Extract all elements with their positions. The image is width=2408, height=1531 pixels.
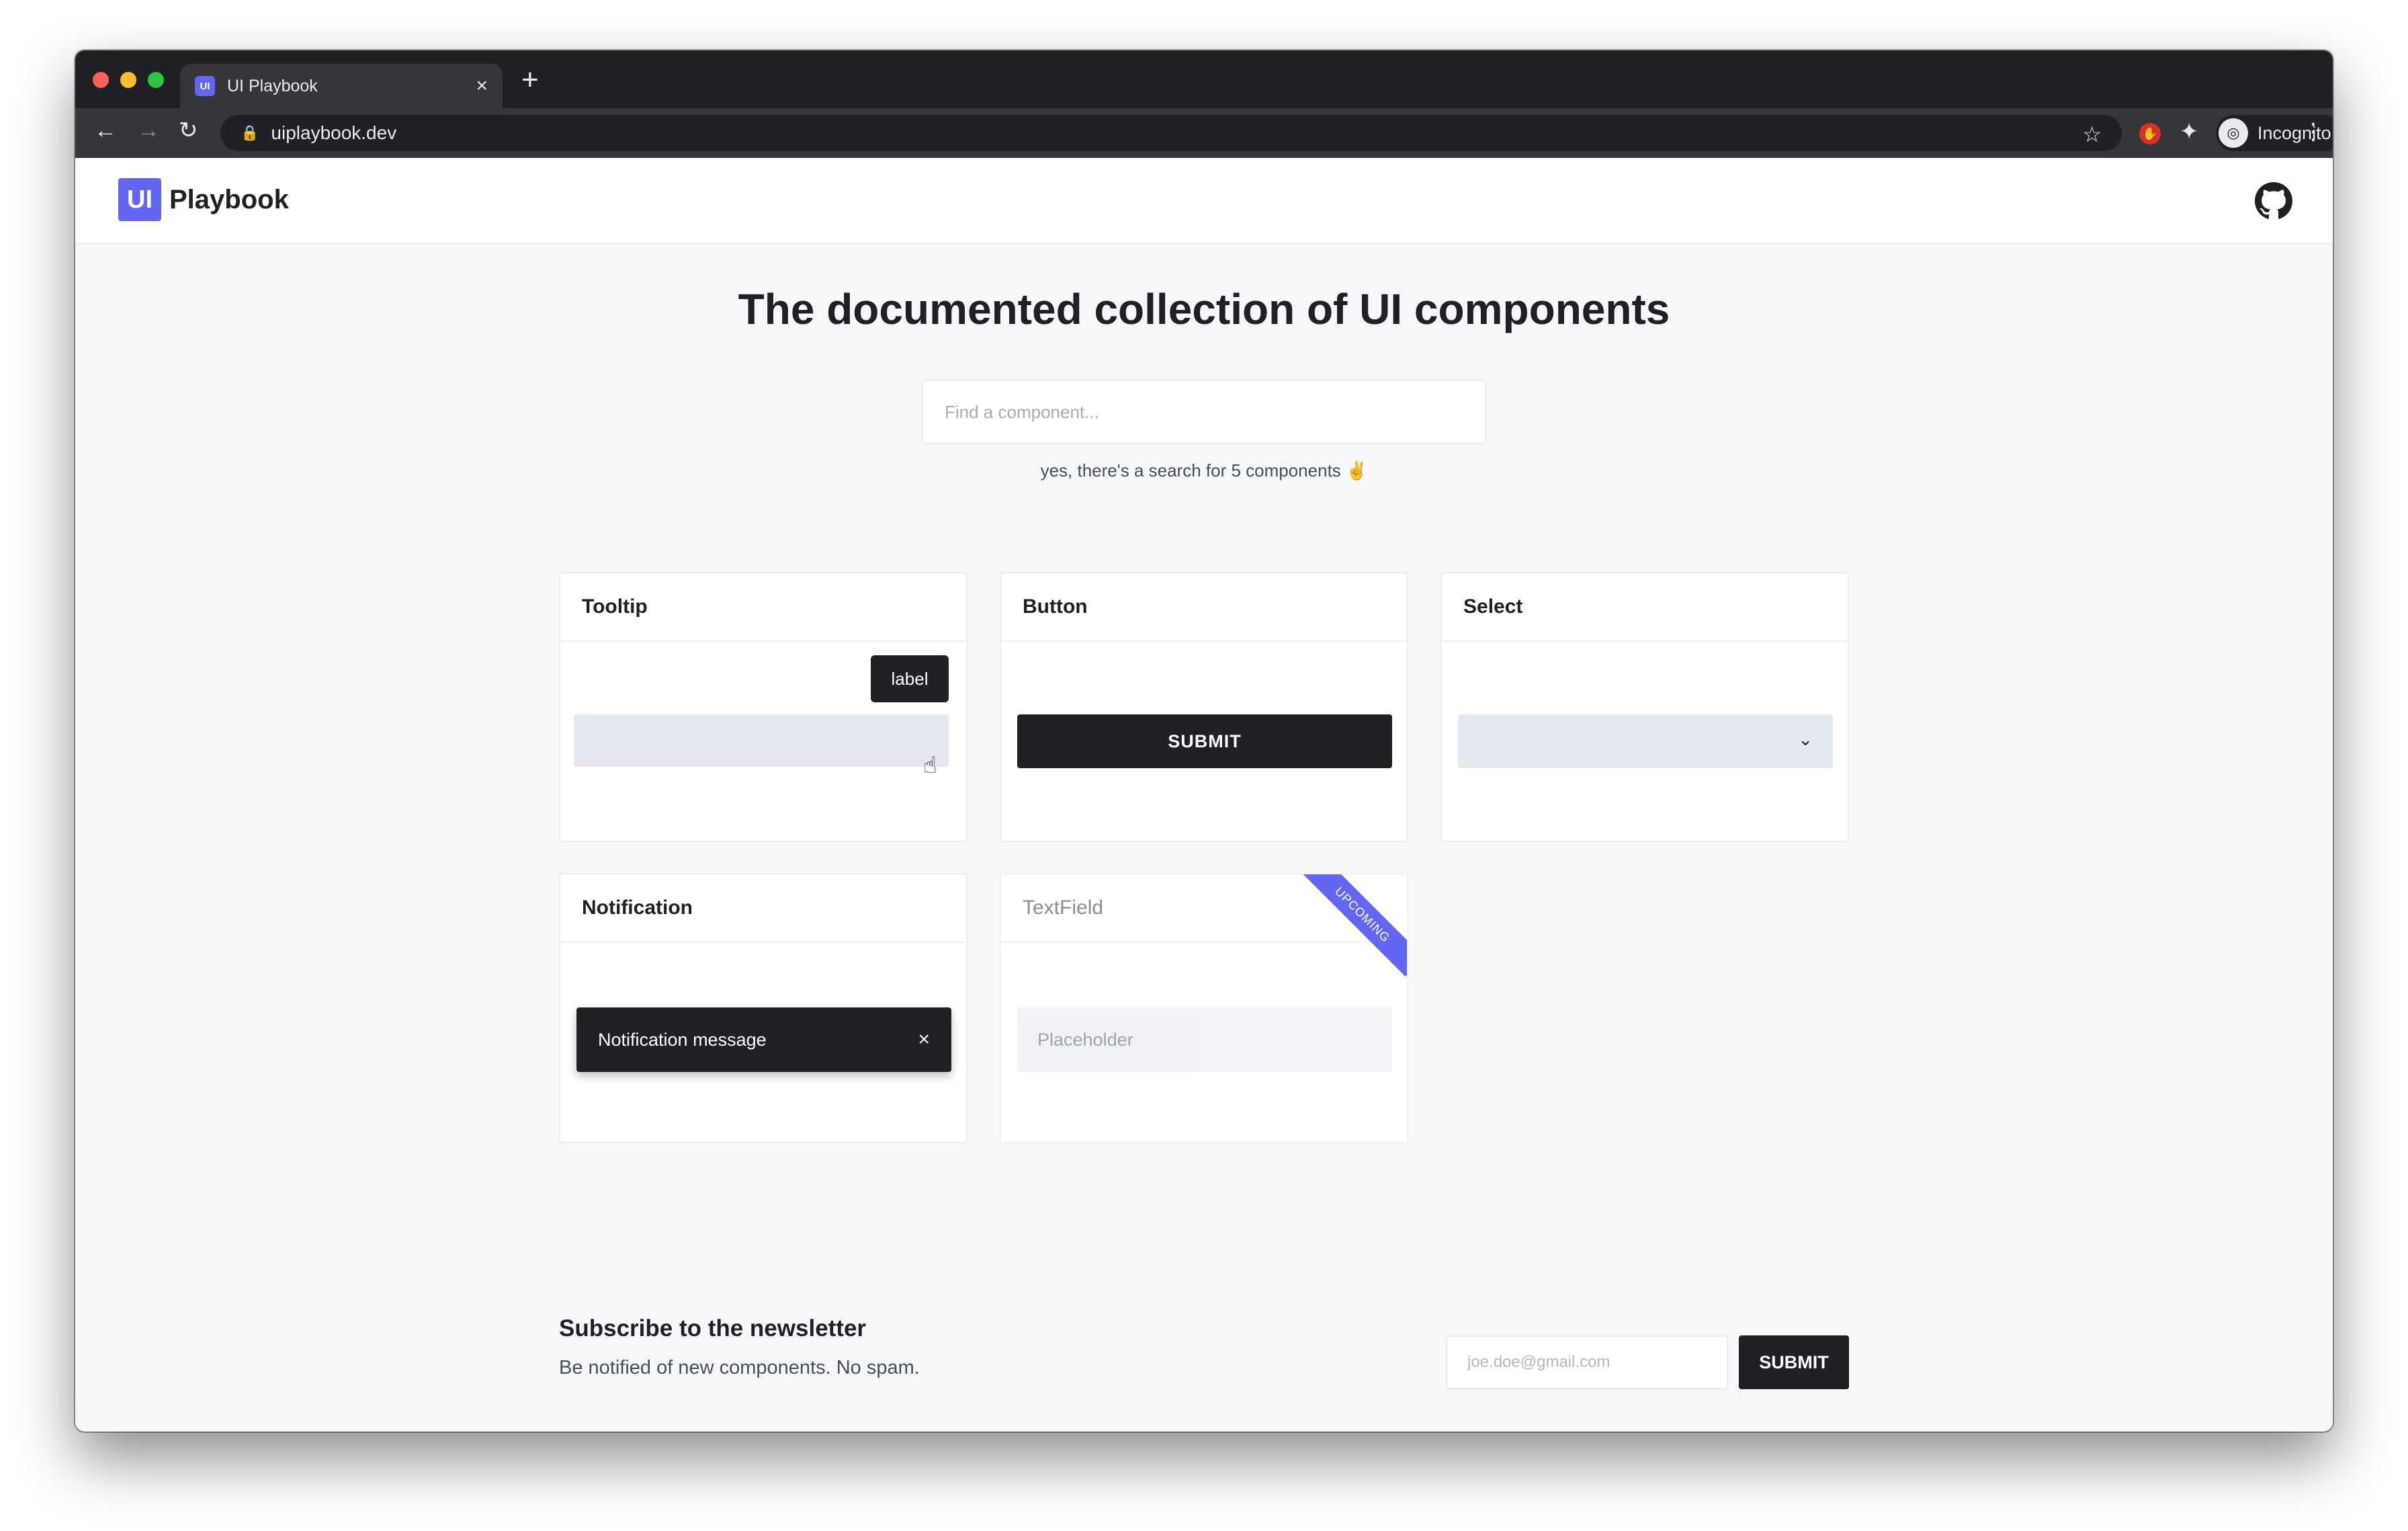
lock-icon[interactable]: 🔒 — [241, 124, 259, 142]
card-select[interactable]: Select ⌄ — [1440, 572, 1849, 842]
card-preview: Notification message × — [560, 943, 966, 1142]
newsletter-subtitle: Be notified of new components. No spam. — [559, 1357, 920, 1378]
card-title: Button — [1001, 573, 1407, 642]
tab-ui-playbook[interactable]: UI UI Playbook × — [180, 64, 503, 108]
search-note: yes, there's a search for 5 components ✌… — [1040, 460, 1368, 481]
extension-icon[interactable]: ✋ — [2139, 123, 2161, 144]
newsletter-title: Subscribe to the newsletter — [559, 1315, 867, 1341]
card-textfield[interactable]: TextField Upcoming — [1000, 873, 1408, 1143]
browser-window: UI UI Playbook × + ← → ↻ 🔒 uiplaybook.de… — [75, 50, 2333, 1432]
notification-toast: Notification message × — [576, 1007, 951, 1072]
card-notification[interactable]: Notification Notification message × — [559, 873, 968, 1143]
card-preview: ⌄ — [1442, 642, 1848, 841]
menu-icon[interactable]: ⋮ — [2302, 120, 2325, 143]
logo-mark: UI — [118, 178, 161, 221]
browser-toolbar: ← → ↻ 🔒 uiplaybook.dev ☆ ✋ ✦ ◎ Incognito… — [75, 108, 2333, 158]
card-button[interactable]: Button SUBMIT — [1000, 572, 1408, 842]
star-icon[interactable]: ☆ — [2082, 122, 2102, 147]
card-title: Tooltip — [560, 573, 966, 642]
close-window-button[interactable] — [93, 72, 109, 88]
page-title: The documented collection of UI componen… — [738, 285, 1670, 333]
chevron-down-icon: ⌄ — [1798, 729, 1813, 749]
site-header: UI Playbook — [75, 158, 2333, 244]
maximize-window-button[interactable] — [148, 72, 164, 88]
url-text: uiplaybook.dev — [271, 122, 397, 143]
hand-cursor-icon: ☝ — [923, 753, 937, 778]
submit-button[interactable]: SUBMIT — [1017, 714, 1392, 768]
card-tooltip[interactable]: Tooltip label ☝ — [559, 572, 968, 842]
tooltip-bubble: label — [871, 655, 949, 702]
card-title: Notification — [560, 874, 966, 943]
close-tab-icon[interactable]: × — [476, 76, 488, 96]
back-icon[interactable]: ← — [94, 119, 117, 142]
subscribe-button[interactable]: SUBMIT — [1739, 1335, 1849, 1389]
reload-icon[interactable]: ↻ — [179, 119, 198, 142]
email-field[interactable] — [1446, 1335, 1728, 1389]
new-tab-icon[interactable]: + — [521, 65, 539, 95]
close-icon[interactable]: × — [918, 1028, 930, 1051]
search-input[interactable] — [922, 380, 1486, 444]
window-controls — [93, 72, 164, 88]
card-title: Select — [1442, 573, 1848, 642]
card-preview: label ☝ — [560, 642, 966, 841]
card-preview — [1001, 943, 1407, 1142]
card-preview: SUBMIT — [1001, 642, 1407, 841]
logo-text: Playbook — [169, 184, 289, 214]
github-icon[interactable] — [2255, 182, 2292, 220]
incognito-icon: ◎ — [2219, 118, 2248, 148]
tab-strip: UI UI Playbook × + — [75, 50, 2333, 108]
tooltip-target[interactable] — [574, 714, 949, 767]
tab-title: UI Playbook — [227, 76, 318, 95]
minimize-window-button[interactable] — [120, 72, 136, 88]
address-bar[interactable]: 🔒 uiplaybook.dev ☆ — [220, 115, 2122, 151]
favicon-icon: UI — [195, 76, 215, 96]
forward-icon[interactable]: → — [137, 119, 160, 142]
select-dropdown[interactable]: ⌄ — [1458, 714, 1833, 768]
text-field[interactable] — [1017, 1007, 1392, 1072]
notification-message: Notification message — [598, 1029, 767, 1050]
puzzle-icon[interactable]: ✦ — [2180, 120, 2199, 143]
site-logo[interactable]: UI Playbook — [118, 178, 289, 221]
